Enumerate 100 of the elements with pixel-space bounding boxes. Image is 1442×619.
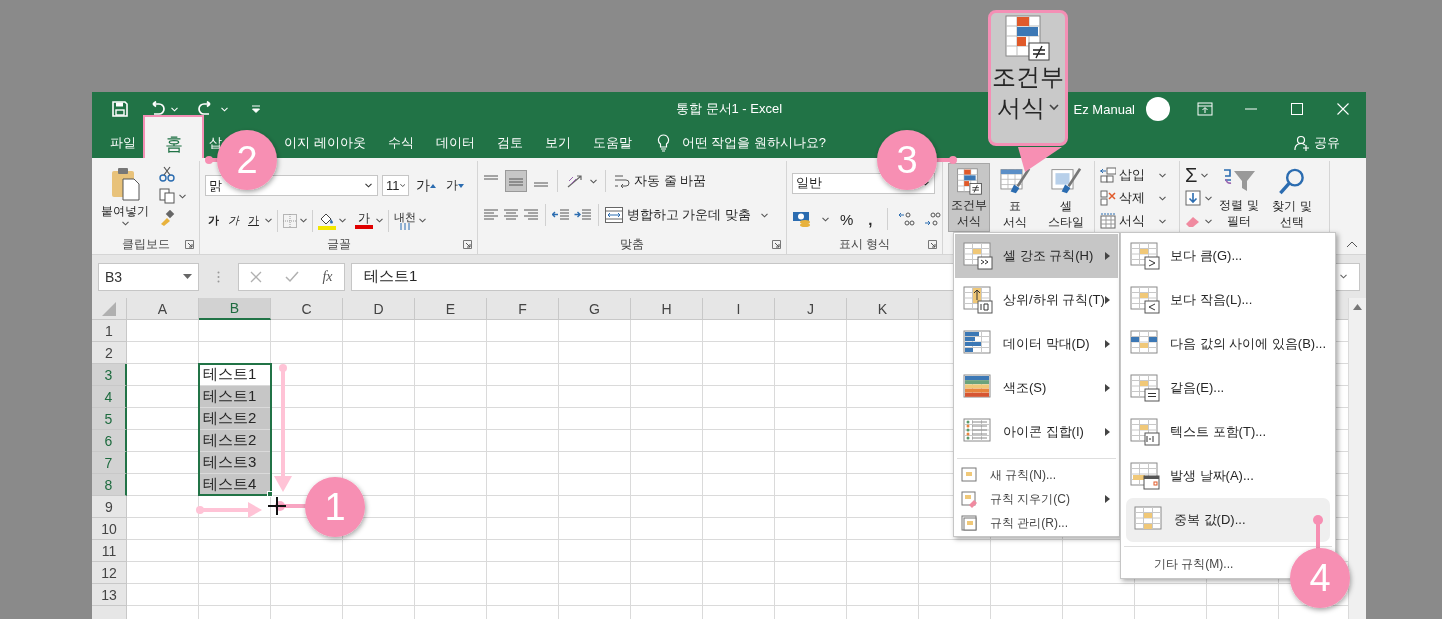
percent-button[interactable]: % xyxy=(837,210,857,228)
ribbon-tab[interactable]: 보기 xyxy=(533,128,582,158)
row-header[interactable]: 2 xyxy=(92,342,127,364)
cell-styles-button[interactable]: 셀 스타일 xyxy=(1040,163,1092,232)
font-color-button[interactable]: 가 xyxy=(355,212,373,229)
scroll-up-icon[interactable] xyxy=(1353,304,1362,310)
find-select-button[interactable]: 찾기 및 선택 xyxy=(1266,163,1318,232)
account-name: Ez Manual xyxy=(1073,101,1135,117)
dialog-launcher-icon[interactable] xyxy=(772,239,781,249)
avatar-icon[interactable] xyxy=(1146,97,1170,121)
tell-me-field[interactable]: 어떤 작업을 원하시나요? xyxy=(656,128,827,158)
row-header[interactable]: 13 xyxy=(92,584,127,606)
row-header[interactable]: 7 xyxy=(92,452,127,474)
ribbon-tab[interactable]: 이지 레이아웃 xyxy=(284,128,377,158)
save-icon[interactable] xyxy=(112,101,128,117)
bold-button[interactable]: 가 xyxy=(205,213,222,228)
menu-item[interactable]: 색조(S) xyxy=(955,366,1118,410)
fill-color-icon[interactable] xyxy=(318,211,336,230)
dialog-launcher-icon[interactable] xyxy=(928,239,937,249)
underline-button[interactable]: 가 xyxy=(245,213,262,228)
ribbon-tab[interactable]: 데이터 xyxy=(424,128,486,158)
paste-button[interactable]: 붙여넣기 xyxy=(97,163,153,232)
menu-item[interactable]: 다음 값의 사이에 있음(B)... xyxy=(1122,322,1334,366)
menu-item[interactable]: 텍스트 포함(T)... xyxy=(1122,410,1334,454)
row-header[interactable]: 4 xyxy=(92,386,127,408)
name-box[interactable]: B3 xyxy=(98,262,199,291)
row-header[interactable]: 11 xyxy=(92,540,127,562)
menu-item[interactable]: 규칙 관리(R)... xyxy=(955,511,1118,535)
menu-item[interactable]: 같음(E)... xyxy=(1122,366,1334,410)
ribbon-tab[interactable]: 검토 xyxy=(485,128,534,158)
scissors-icon[interactable] xyxy=(159,166,175,182)
menu-item[interactable]: 기타 규칙(M)... xyxy=(1148,551,1240,577)
column-header[interactable]: J xyxy=(775,298,847,320)
column-header[interactable]: D xyxy=(343,298,415,320)
column-header[interactable]: A xyxy=(127,298,199,320)
column-header[interactable]: C xyxy=(271,298,343,320)
wrap-text-icon xyxy=(614,173,630,189)
ribbon-tab[interactable]: 수식 xyxy=(376,128,425,158)
conditional-formatting-button[interactable]: 조건부 서식 xyxy=(948,163,990,232)
insert-cells-button[interactable]: 삽입 xyxy=(1100,166,1166,184)
copy-icon[interactable] xyxy=(159,188,175,204)
increase-indent-icon[interactable] xyxy=(574,208,592,222)
fill-down-icon[interactable] xyxy=(1185,190,1201,206)
decrease-indent-icon[interactable] xyxy=(552,208,570,222)
collapse-ribbon-icon[interactable] xyxy=(1346,241,1358,248)
menu-item[interactable]: 발생 날짜(A)... xyxy=(1122,454,1334,498)
row-header[interactable]: 1 xyxy=(92,320,127,342)
menu-item[interactable]: 중복 값(D)... xyxy=(1126,498,1330,542)
manage-rules-icon xyxy=(961,514,978,532)
row-header[interactable]: 12 xyxy=(92,562,127,584)
close-icon[interactable] xyxy=(1337,103,1349,115)
group-label: 맞춤 xyxy=(620,235,644,253)
sort-filter-button[interactable]: 정렬 및 필터 xyxy=(1214,163,1264,232)
check-icon[interactable] xyxy=(285,270,300,283)
column-header[interactable]: I xyxy=(703,298,775,320)
menu-item[interactable]: 셀 강조 규칙(H) xyxy=(955,234,1118,278)
decrease-decimal-icon[interactable] xyxy=(923,211,942,227)
dialog-launcher-icon[interactable] xyxy=(463,239,472,249)
column-header[interactable]: K xyxy=(847,298,919,320)
format-painter-icon[interactable] xyxy=(159,210,175,226)
increase-decimal-icon[interactable] xyxy=(897,211,916,227)
wrap-text-button[interactable]: 자동 줄 바꿈 xyxy=(614,172,707,190)
delete-cells-button[interactable]: 삭제 xyxy=(1100,189,1166,207)
row-header[interactable]: 8 xyxy=(92,474,127,496)
fill-handle[interactable] xyxy=(267,491,273,497)
font-size-field[interactable]: 11 xyxy=(382,175,409,196)
phonetic-guide-button[interactable]: 내천 xyxy=(394,211,416,230)
row-header[interactable]: 3 xyxy=(92,364,127,386)
column-header[interactable]: F xyxy=(487,298,559,320)
merge-center-button[interactable]: 병합하고 가운데 맞춤 xyxy=(605,206,751,224)
maximize-icon[interactable] xyxy=(1291,103,1303,115)
format-cells-button[interactable]: 서식 xyxy=(1100,212,1166,230)
row-header[interactable]: 9 xyxy=(92,496,127,518)
column-header[interactable]: H xyxy=(631,298,703,320)
menu-item[interactable]: 새 규칙(N)... xyxy=(955,463,1118,487)
column-header[interactable]: B xyxy=(199,298,271,320)
vertical-scrollbar[interactable] xyxy=(1348,298,1366,619)
comma-button[interactable]: , xyxy=(864,210,877,228)
menu-item[interactable]: 아이콘 집합(I) xyxy=(955,410,1118,454)
shrink-font-button[interactable]: 가 xyxy=(443,177,467,194)
column-header[interactable]: G xyxy=(559,298,631,320)
customize-toolbar-icon[interactable] xyxy=(252,105,260,113)
menu-item[interactable]: 규칙 지우기(C) xyxy=(955,487,1118,511)
share-button[interactable]: 공유 xyxy=(1294,128,1340,158)
row-header[interactable]: 10 xyxy=(92,518,127,540)
grow-font-button[interactable]: 가 xyxy=(413,176,439,195)
autosum-button[interactable]: Σ xyxy=(1185,166,1198,184)
italic-button[interactable]: 가 xyxy=(225,213,242,228)
column-header[interactable]: E xyxy=(415,298,487,320)
ribbon-tab[interactable]: 도움말 xyxy=(581,128,643,158)
ribbon-tab[interactable]: 홈 xyxy=(143,115,204,160)
ribbon-display-icon[interactable] xyxy=(1197,102,1213,116)
dialog-launcher-icon[interactable] xyxy=(185,239,194,249)
highlight-rules-icon xyxy=(963,242,993,270)
insert-function-button[interactable]: fx xyxy=(322,268,333,285)
callout-text: 서식 xyxy=(997,93,1045,123)
row-header[interactable]: 6 xyxy=(92,430,127,452)
orientation-icon[interactable] xyxy=(566,173,584,189)
row-header[interactable]: 5 xyxy=(92,408,127,430)
menu-item[interactable]: 데이터 막대(D) xyxy=(955,322,1118,366)
